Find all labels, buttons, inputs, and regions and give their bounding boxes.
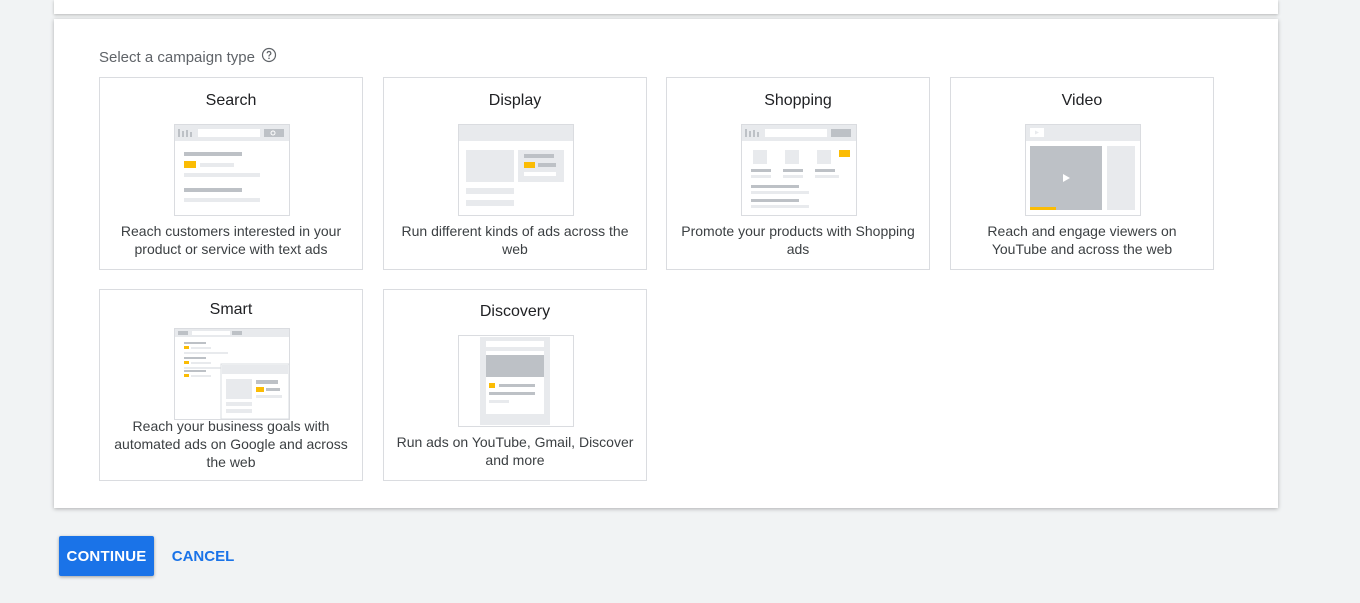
- continue-button[interactable]: CONTINUE: [59, 536, 154, 576]
- help-circle-icon[interactable]: [261, 47, 277, 63]
- card-title: Discovery: [479, 303, 551, 320]
- display-illustration: [458, 124, 574, 216]
- campaign-card-smart[interactable]: Smart Reach your business goals with aut…: [99, 289, 363, 481]
- card-description: Run ads on YouTube, Gmail, Discover and …: [396, 434, 634, 468]
- card-title: Search: [205, 92, 257, 109]
- card-description: Run different kinds of ads across the we…: [401, 223, 629, 257]
- card-description: Reach customers interested in your produ…: [120, 223, 342, 257]
- section-label: Select a campaign type: [99, 47, 277, 66]
- search-illustration: [174, 124, 290, 216]
- cancel-button[interactable]: CANCEL: [165, 536, 241, 576]
- card-title: Video: [1061, 92, 1103, 109]
- card-description: Reach and engage viewers on YouTube and …: [987, 223, 1177, 257]
- campaign-card-search[interactable]: Search Reach customers interested in you…: [99, 77, 363, 270]
- card-description: Promote your products with Shopping ads: [681, 223, 915, 257]
- video-illustration: [1025, 124, 1141, 216]
- campaign-type-panel: Select a campaign type Search Reach cust…: [54, 19, 1278, 508]
- card-description: Reach your business goals with automated…: [114, 418, 348, 470]
- card-title: Smart: [209, 301, 253, 318]
- discovery-illustration: [458, 335, 574, 427]
- campaign-card-display[interactable]: Display Run different kinds of ads acros…: [383, 77, 647, 270]
- previous-panel-edge: [54, 0, 1278, 14]
- campaign-card-shopping[interactable]: Shopping Promote your products with Shop…: [666, 77, 930, 270]
- section-label-text: Select a campaign type: [99, 49, 255, 66]
- campaign-card-video[interactable]: Video Reach and engage viewers on YouTub…: [950, 77, 1214, 270]
- card-title: Shopping: [764, 92, 832, 109]
- campaign-card-discovery[interactable]: Discovery Run ads on YouTube, Gmail, Dis…: [383, 289, 647, 481]
- card-title: Display: [488, 92, 542, 109]
- shopping-illustration: [741, 124, 857, 216]
- smart-illustration: [174, 328, 290, 420]
